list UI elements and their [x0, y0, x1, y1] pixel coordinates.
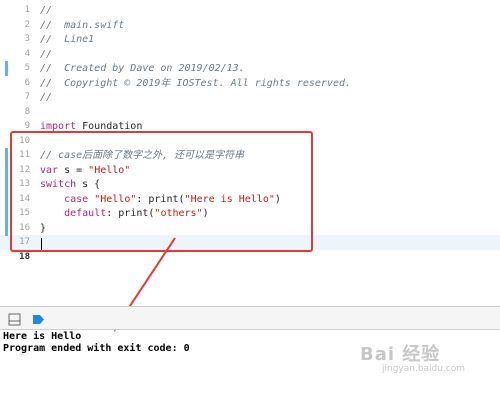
watermark: Bai 经验 jingyan.baidu.com — [360, 340, 465, 374]
breakpoint-icon — [33, 315, 44, 324]
panel-toggle-icon — [8, 313, 21, 326]
watermark-logo: Bai 经验 — [360, 344, 441, 365]
watermark-url: jingyan.baidu.com — [382, 364, 466, 374]
debug-bar — [0, 306, 500, 330]
hide-debug-area-button[interactable] — [8, 311, 21, 326]
console-output: Here is Hello Program ended with exit co… — [3, 331, 190, 354]
breakpoints-toggle-button[interactable] — [32, 311, 45, 324]
